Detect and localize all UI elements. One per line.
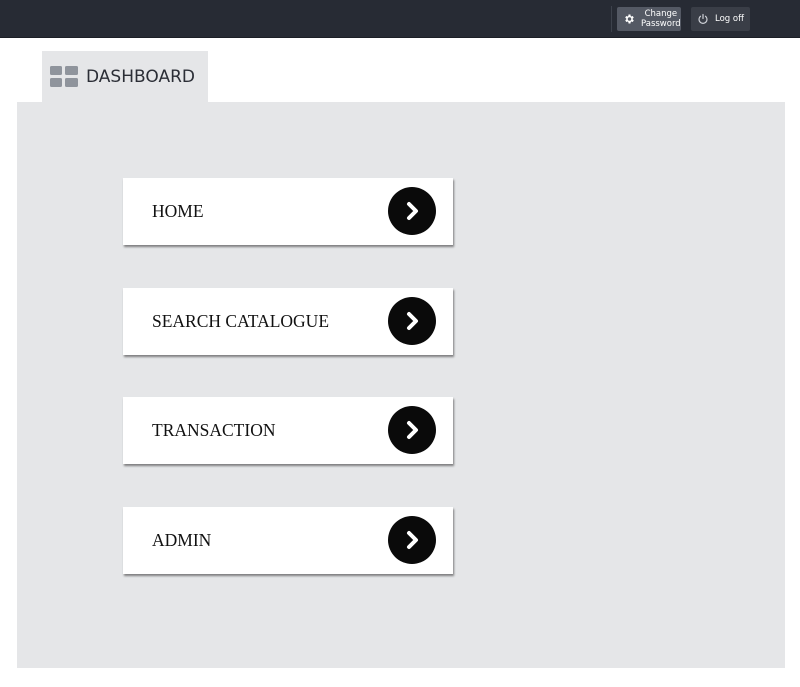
menu-item-label: SEARCH CATALOGUE (152, 311, 330, 331)
chevron-right-icon[interactable] (388, 406, 436, 454)
change-password-label: Change Password (641, 9, 681, 29)
chevron-right-icon[interactable] (388, 297, 436, 345)
top-bar: Change Password Log off (0, 0, 800, 38)
menu-item-search-catalogue[interactable]: SEARCH CATALOGUE (123, 288, 453, 355)
gear-icon (623, 13, 635, 25)
menu-item-label: HOME (152, 201, 204, 221)
tab-label: DASHBOARD (86, 66, 195, 87)
menu-item-home[interactable]: HOME (123, 178, 453, 245)
chevron-right-icon[interactable] (388, 187, 436, 235)
menu-item-admin[interactable]: ADMIN (123, 507, 453, 574)
log-off-button[interactable]: Log off (691, 7, 750, 31)
menu-item-label: TRANSACTION (152, 420, 276, 440)
menu-item-transaction[interactable]: TRANSACTION (123, 397, 453, 464)
chevron-right-icon[interactable] (388, 516, 436, 564)
log-off-label: Log off (715, 14, 744, 24)
power-icon (697, 13, 709, 25)
topbar-divider (611, 6, 612, 32)
change-password-button[interactable]: Change Password (617, 7, 681, 31)
dashboard-grid-icon (50, 65, 78, 88)
tab-dashboard[interactable]: DASHBOARD (42, 51, 208, 102)
menu-item-label: ADMIN (152, 530, 212, 550)
